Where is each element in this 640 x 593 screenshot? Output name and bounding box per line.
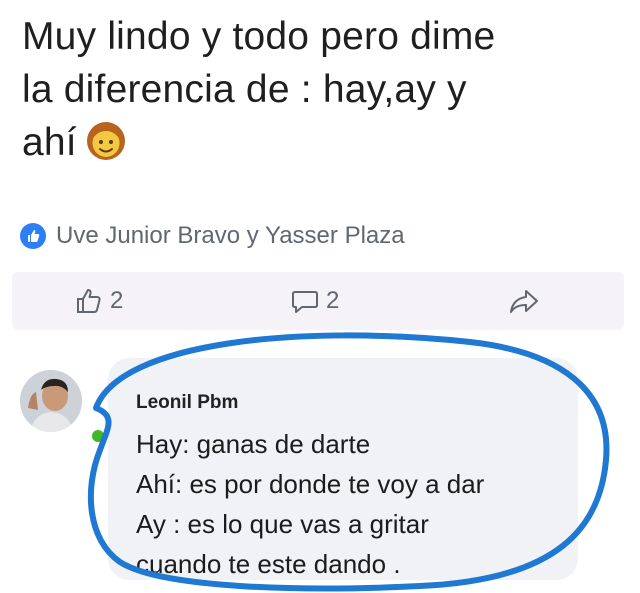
comment-bubble-icon (292, 291, 318, 313)
woman-face-emoji-icon (86, 122, 125, 160)
meme-screenshot: Muy lindo y todo pero dime la diferencia… (0, 0, 640, 593)
share-button[interactable] (508, 286, 540, 316)
online-status-dot (92, 430, 104, 442)
comment-button[interactable]: 2 (290, 286, 339, 316)
thumbs-up-icon (77, 289, 101, 313)
post-text-line-2: la diferencia de : hay,ay y (22, 68, 467, 111)
comment-line-4: cuando te este dando . (136, 549, 401, 579)
person-avatar-icon (20, 370, 82, 432)
comment-line-1: Hay: ganas de darte (136, 429, 371, 459)
reaction-names: Uve Junior Bravo y Yasser Plaza (56, 222, 405, 249)
comment-count: 2 (326, 287, 340, 314)
post-text: Muy lindo y todo pero dime la diferencia… (22, 10, 622, 169)
commenter-avatar[interactable] (20, 370, 82, 432)
comment-line-3: Ay : es lo que vas a gritar (136, 509, 429, 539)
commenter-name[interactable]: Leonil Pbm (136, 392, 238, 414)
comment: Leonil Pbm Hay: ganas de darte Ahí: es p… (0, 330, 640, 593)
comment-text: Hay: ganas de darte Ahí: es por donde te… (136, 424, 484, 584)
like-badge-icon (20, 223, 46, 249)
like-button[interactable]: 2 (74, 286, 123, 316)
action-bar: 2 2 (12, 272, 624, 330)
post-text-line-3-text: ahí (22, 121, 77, 164)
post-text-line-3: ahí (22, 116, 622, 169)
like-count: 2 (110, 287, 124, 314)
reaction-summary[interactable]: Uve Junior Bravo y Yasser Plaza (20, 222, 405, 250)
share-icon (510, 290, 538, 313)
post-text-line-1: Muy lindo y todo pero dime (22, 15, 496, 58)
comment-line-2: Ahí: es por donde te voy a dar (136, 469, 485, 499)
